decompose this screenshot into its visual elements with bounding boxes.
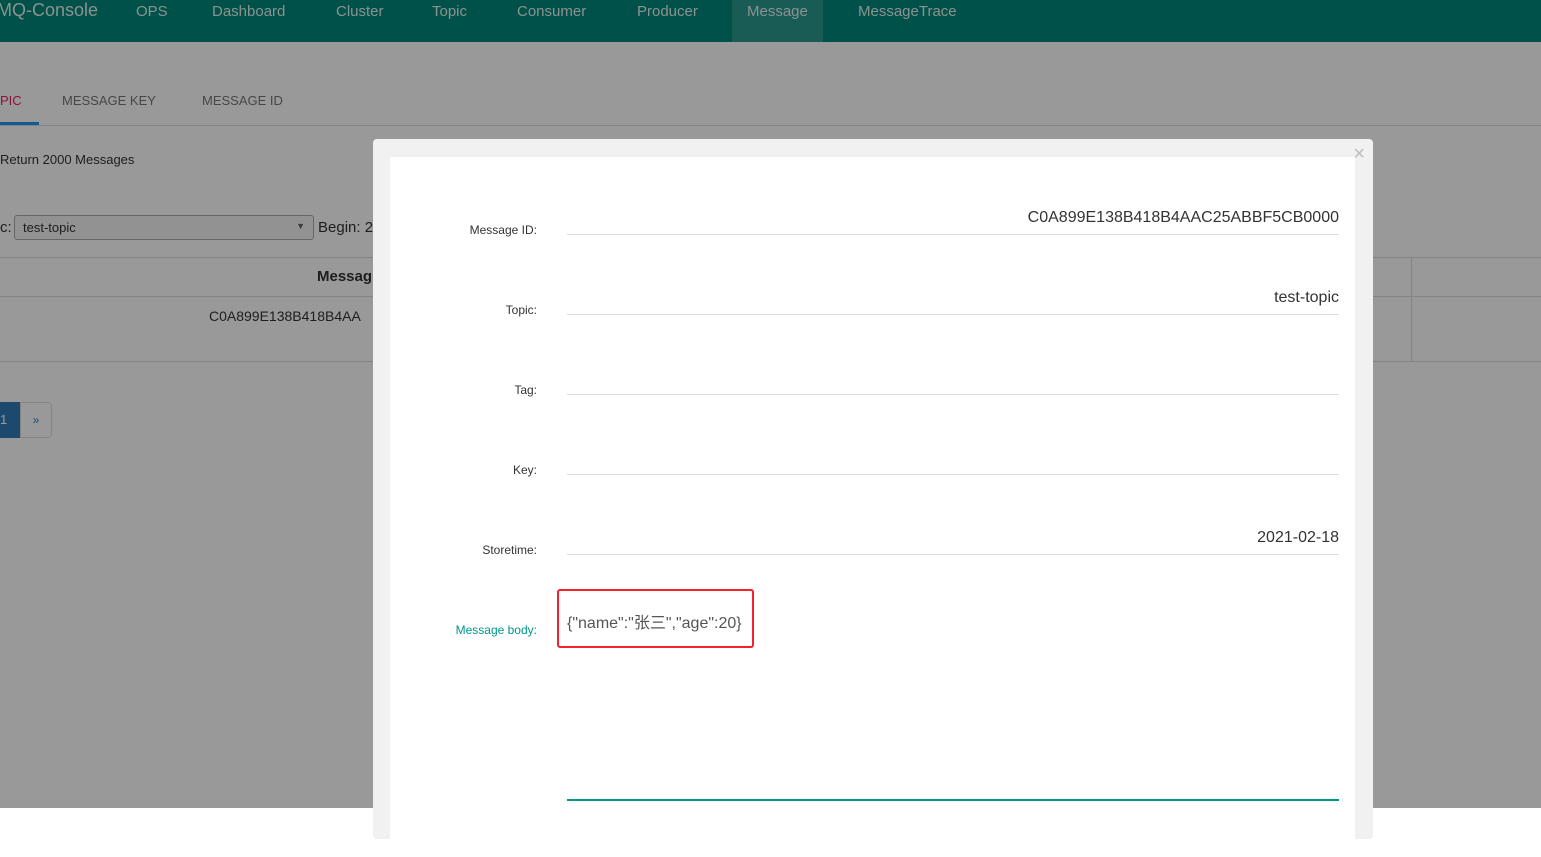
field-label: Storetime: bbox=[482, 543, 537, 557]
field-message-id: Message ID: C0A899E138B418B4AAC25ABBF5CB0… bbox=[390, 157, 1355, 237]
close-icon[interactable]: × bbox=[1353, 143, 1365, 166]
message-body-label: Message body: bbox=[455, 623, 537, 637]
field-label: Message ID: bbox=[469, 223, 537, 237]
field-label: Key: bbox=[512, 463, 537, 477]
dialog-content: Message ID: C0A899E138B418B4AAC25ABBF5CB0… bbox=[390, 157, 1355, 857]
field-storetime: Storetime: 2021-02-18 bbox=[390, 477, 1355, 557]
field-value[interactable] bbox=[567, 445, 1339, 475]
field-value[interactable]: test-topic bbox=[567, 285, 1339, 315]
field-value[interactable]: 2021-02-18 bbox=[567, 525, 1339, 555]
field-value[interactable]: C0A899E138B418B4AAC25ABBF5CB0000 bbox=[567, 205, 1339, 235]
field-key: Key: bbox=[390, 397, 1355, 477]
field-topic: Topic: test-topic bbox=[390, 237, 1355, 317]
field-tag: Tag: bbox=[390, 317, 1355, 397]
field-label: Topic: bbox=[505, 303, 537, 317]
field-label: Tag: bbox=[514, 383, 537, 397]
highlight-box bbox=[557, 589, 754, 648]
message-detail-dialog: × Message ID: C0A899E138B418B4AAC25ABBF5C… bbox=[373, 139, 1373, 857]
message-body-underline bbox=[567, 799, 1339, 801]
field-value[interactable] bbox=[567, 365, 1339, 395]
